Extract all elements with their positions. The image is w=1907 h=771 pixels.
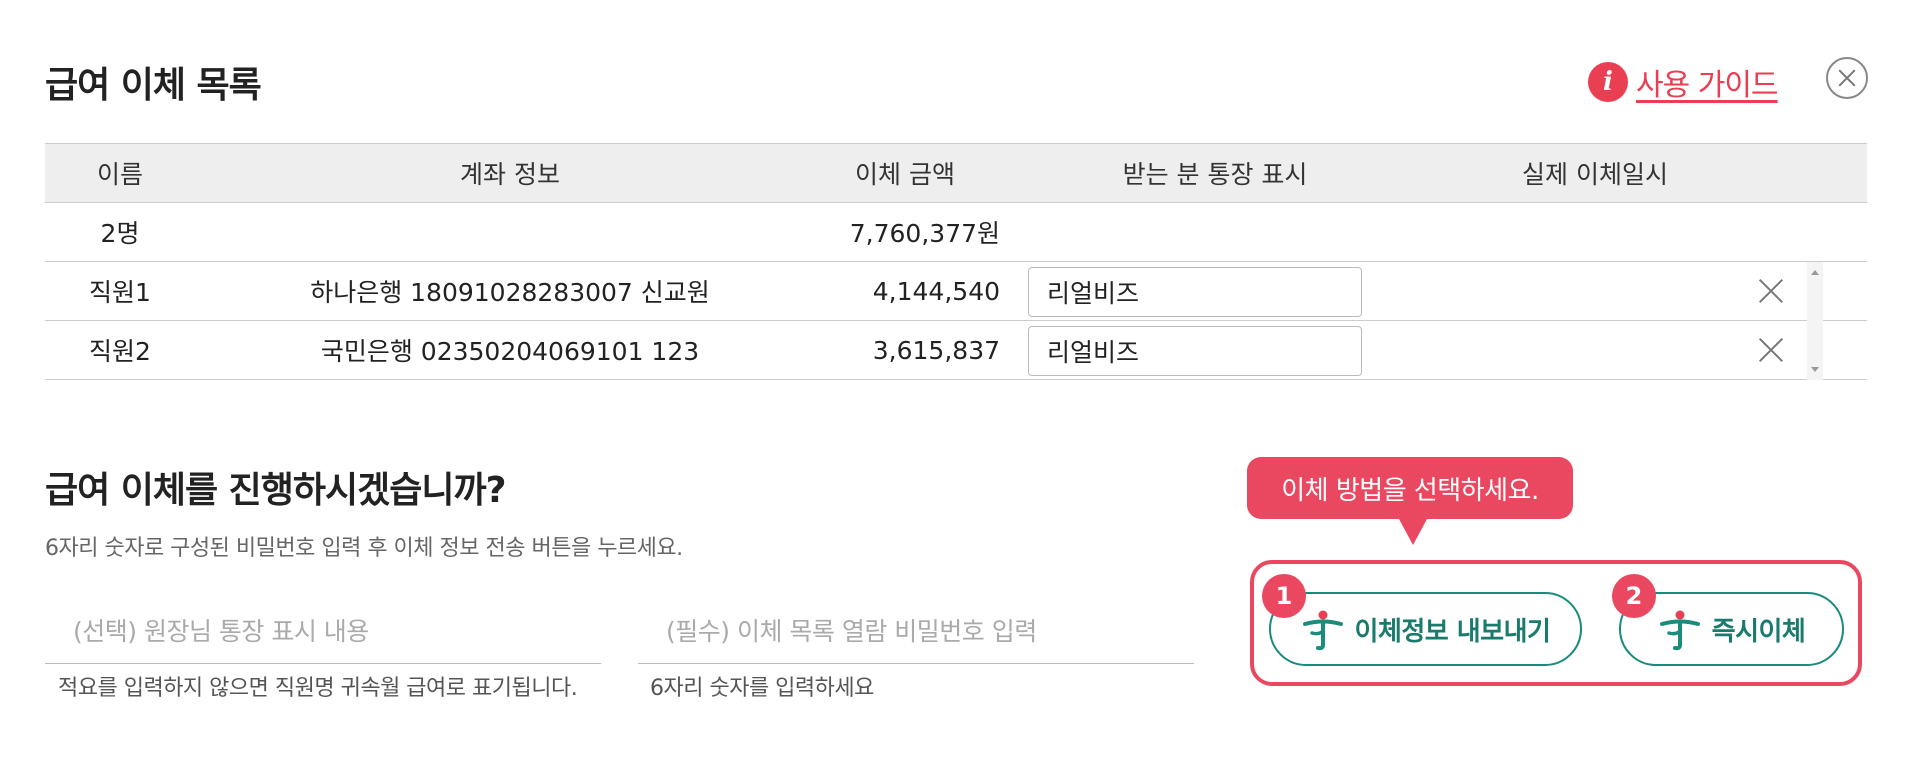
hana-bank-icon (1659, 610, 1700, 651)
transfer-amount: 3,615,837 (872, 335, 1000, 365)
method-tooltip: 이체 방법을 선택하세요. (1247, 457, 1573, 545)
instant-transfer-label: 즉시이체 (1711, 616, 1806, 647)
employee-name: 직원1 (89, 278, 151, 307)
account-info: 국민은행 02350204069101 123 (320, 337, 700, 366)
payroll-transfer-table: 이름 계좌 정보 이체 금액 받는 분 통장 표시 실제 이체일시 2명 7,7… (45, 143, 1867, 380)
transfer-date (1405, 321, 1785, 379)
owner-memo-input[interactable] (45, 600, 601, 663)
remove-row-icon[interactable] (1758, 337, 1784, 363)
usage-guide-link[interactable]: i 사용 가이드 (1588, 60, 1779, 104)
usage-guide-label: 사용 가이드 (1636, 68, 1779, 103)
column-header-memo: 받는 분 통장 표시 (1122, 160, 1308, 189)
summary-total: 7,760,377원 (849, 219, 1000, 248)
export-transfer-info-label: 이체정보 내보내기 (1354, 616, 1551, 647)
recipient-memo-input[interactable]: 리얼비즈 (1028, 267, 1362, 317)
summary-count: 2명 (100, 219, 140, 248)
password-input[interactable] (638, 600, 1194, 663)
close-button[interactable] (1826, 57, 1868, 99)
column-header-amount: 이체 금액 (855, 160, 955, 189)
password-hint: 6자리 숫자를 입력하세요 (650, 676, 874, 701)
employee-name: 직원2 (89, 337, 151, 366)
column-header-account: 계좌 정보 (460, 160, 560, 189)
scroll-up-icon[interactable] (1811, 270, 1819, 275)
column-header-date: 실제 이체일시 (1522, 160, 1668, 189)
summary-row: 2명 7,760,377원 (45, 203, 1867, 262)
column-header-name: 이름 (96, 160, 143, 189)
transfer-date (1405, 262, 1785, 320)
password-field (638, 600, 1194, 664)
table-row: 직원1 하나은행 18091028283007 신교원 4,144,540 리얼… (45, 262, 1867, 321)
recipient-memo-input[interactable]: 리얼비즈 (1028, 326, 1362, 376)
export-transfer-info-button[interactable]: 이체정보 내보내기 (1269, 592, 1582, 666)
owner-memo-hint: 적요를 입력하지 않으면 직원명 귀속월 급여로 표기됩니다. (58, 676, 578, 701)
info-icon: i (1588, 62, 1628, 102)
step-badge-1: 1 (1262, 574, 1306, 618)
scroll-down-icon[interactable] (1811, 367, 1819, 372)
confirm-title: 급여 이체를 진행하시겠습니까? (45, 470, 507, 511)
table-scrollbar[interactable] (1807, 262, 1823, 380)
step-badge-2: 2 (1612, 574, 1656, 618)
table-row: 직원2 국민은행 02350204069101 123 3,615,837 리얼… (45, 321, 1867, 380)
account-info: 하나은행 18091028283007 신교원 (310, 278, 710, 307)
owner-memo-field (45, 600, 601, 664)
hana-bank-icon (1302, 610, 1343, 651)
transfer-amount: 4,144,540 (872, 276, 1000, 306)
confirm-description: 6자리 숫자로 구성된 비밀번호 입력 후 이체 정보 전송 버튼을 누르세요. (45, 536, 683, 561)
table-header-row: 이름 계좌 정보 이체 금액 받는 분 통장 표시 실제 이체일시 (45, 143, 1867, 203)
page-title: 급여 이체 목록 (45, 65, 262, 106)
remove-row-icon[interactable] (1758, 278, 1784, 304)
